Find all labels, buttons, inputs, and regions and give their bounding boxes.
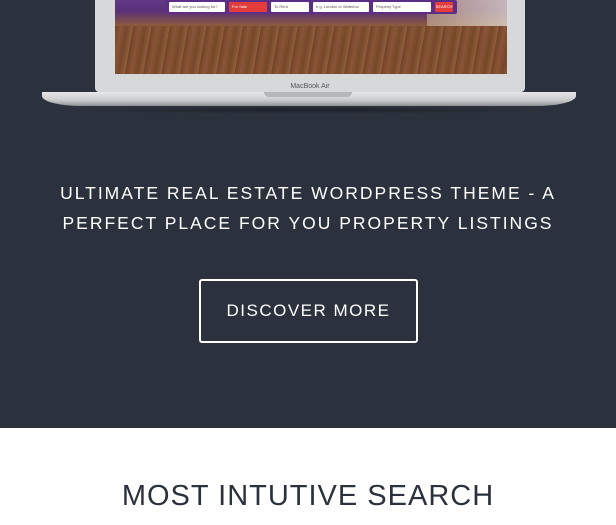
- screen-search-bar: What are you looking for? For Sale To Re…: [165, 0, 457, 14]
- screen-search-button: SEARCH: [435, 2, 453, 12]
- search-section: MOST INTUTIVE SEARCH: [0, 428, 616, 525]
- hero-section: What are you looking for? For Sale To Re…: [0, 0, 616, 428]
- discover-more-button[interactable]: DISCOVER MORE: [199, 279, 418, 343]
- screen-field-location: e.g. London or Waterloo: [313, 2, 369, 12]
- section-title: MOST INTUTIVE SEARCH: [121, 480, 495, 512]
- laptop-brand-label: MacBook Air: [290, 83, 330, 90]
- laptop-notch: [264, 92, 352, 97]
- laptop-shadow: [60, 106, 560, 114]
- screen-field-keyword: What are you looking for?: [169, 2, 225, 12]
- screen-field-type: Property Type: [373, 2, 431, 12]
- screen-field-rent: To Rent: [271, 2, 309, 12]
- screen-field-sale: For Sale: [229, 2, 267, 12]
- hero-tagline: ULTIMATE REAL ESTATE WORDPRESS THEME - A…: [60, 183, 556, 233]
- laptop-mockup: What are you looking for? For Sale To Re…: [0, 0, 616, 120]
- laptop-screen: What are you looking for? For Sale To Re…: [115, 0, 507, 74]
- screen-floor-image: [115, 26, 507, 74]
